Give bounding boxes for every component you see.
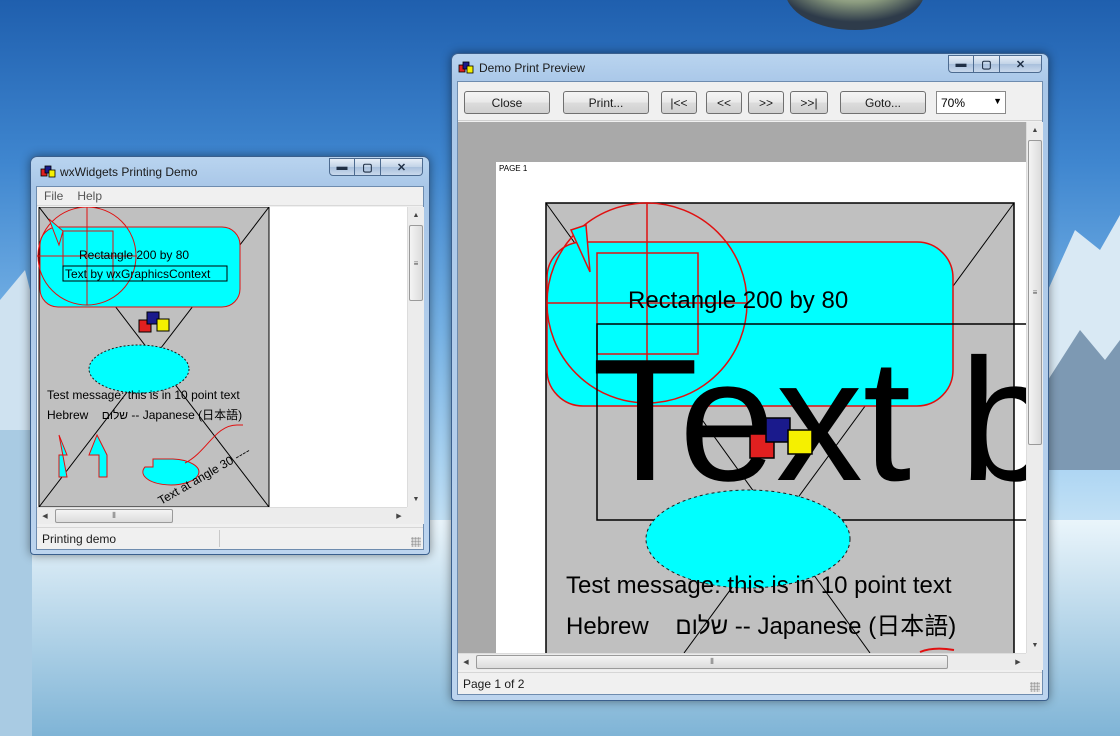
demo-caption-buttons: ▬ ▢ ✕: [329, 158, 423, 176]
preview-statusbar: Page 1 of 2: [458, 672, 1042, 694]
demo-canvas-viewport[interactable]: Rectangle 200 by 80 Text by wxGraphicsCo…: [37, 207, 407, 507]
app-icon: [40, 165, 56, 178]
canvas-test-message: Test message: this is in 10 point text: [47, 388, 240, 402]
preview-minimize-button[interactable]: ▬: [948, 55, 974, 73]
demo-titlebar[interactable]: wxWidgets Printing Demo ▬ ▢ ✕: [31, 157, 429, 187]
preview-status-text: Page 1 of 2: [463, 677, 525, 691]
preview-resize-grip[interactable]: [1030, 682, 1040, 692]
demo-horizontal-scrollbar[interactable]: ◀ ⦀ ▶: [37, 507, 407, 524]
canvas-rect-label: Rectangle 200 by 80: [79, 248, 189, 262]
preview-vscroll-thumb[interactable]: ≡: [1028, 140, 1042, 445]
demo-resize-grip[interactable]: [411, 537, 421, 547]
preview-page: PAGE 1 Rectangle 200 by 80 Text b Test m…: [496, 162, 1026, 653]
water-left: [0, 430, 32, 736]
demo-scroll-down-icon[interactable]: ▼: [408, 491, 424, 507]
canvas-hebrew-line: Hebrew שלום -- Japanese (日本語): [47, 407, 242, 422]
demo-vscroll-thumb[interactable]: ≡: [409, 225, 423, 301]
preview-scroll-corner: [1026, 653, 1043, 670]
preview-hscroll-thumb[interactable]: ⦀: [476, 655, 948, 669]
demo-menubar: File Help: [37, 187, 423, 206]
demo-scroll-left-icon[interactable]: ◀: [37, 508, 53, 524]
page-rect-label: Rectangle 200 by 80: [628, 287, 848, 314]
demo-statusbar: Printing demo: [37, 527, 423, 549]
planet-moon: [787, 0, 923, 30]
demo-close-button[interactable]: ✕: [381, 158, 423, 176]
menu-file[interactable]: File: [37, 187, 70, 205]
page-test-message: Test message: this is in 10 point text: [566, 572, 952, 599]
preview-caption-buttons: ▬ ▢ ✕: [948, 55, 1042, 73]
next-page-button[interactable]: >>: [748, 91, 784, 114]
demo-maximize-button[interactable]: ▢: [355, 158, 381, 176]
print-preview-window[interactable]: Demo Print Preview ▬ ▢ ✕ Close Print... …: [451, 53, 1049, 701]
demo-scroll-right-icon[interactable]: ▶: [391, 508, 407, 524]
zoom-value: 70%: [941, 96, 966, 110]
preview-titlebar[interactable]: Demo Print Preview ▬ ▢ ✕: [452, 54, 1048, 84]
demo-window-title: wxWidgets Printing Demo: [60, 165, 198, 179]
page-big-text: Text b: [592, 322, 1026, 517]
demo-minimize-button[interactable]: ▬: [329, 158, 355, 176]
menu-help[interactable]: Help: [70, 187, 109, 205]
preview-scroll-right-icon[interactable]: ▶: [1010, 654, 1026, 670]
page-hebrew-line: Hebrew שלום -- Japanese (日本語): [566, 613, 956, 640]
demo-status-divider: [219, 530, 220, 547]
preview-horizontal-scrollbar[interactable]: ◀ ⦀ ▶: [458, 653, 1026, 670]
preview-client-area: Close Print... |<< << >> >>| Goto... 70%…: [457, 81, 1043, 695]
demo-client-area: File Help Rectangle 200 by 80 Text by wx…: [36, 186, 424, 550]
zoom-dropdown-icon[interactable]: ▼: [993, 96, 1002, 106]
preview-vertical-scrollbar[interactable]: ▲ ≡ ▼: [1026, 122, 1043, 653]
print-button[interactable]: Print...: [563, 91, 649, 114]
page-header-label: PAGE 1: [499, 164, 528, 173]
preview-window-title: Demo Print Preview: [479, 61, 586, 75]
last-page-button[interactable]: >>|: [790, 91, 828, 114]
previous-page-button[interactable]: <<: [706, 91, 742, 114]
canvas-gc-text: Text by wxGraphicsContext: [65, 267, 211, 281]
demo-status-text: Printing demo: [42, 532, 117, 546]
demo-scroll-up-icon[interactable]: ▲: [408, 207, 424, 223]
preview-scroll-left-icon[interactable]: ◀: [458, 654, 474, 670]
demo-scroll-corner: [407, 507, 424, 524]
demo-canvas: Rectangle 200 by 80 Text by wxGraphicsCo…: [37, 207, 270, 507]
preview-app-icon: [458, 61, 474, 74]
preview-scroll-up-icon[interactable]: ▲: [1027, 122, 1043, 138]
zoom-select[interactable]: 70% ▼: [936, 91, 1006, 114]
first-page-button[interactable]: |<<: [661, 91, 697, 114]
demo-hscroll-thumb[interactable]: ⦀: [55, 509, 173, 523]
preview-toolbar: Close Print... |<< << >> >>| Goto... 70%…: [458, 82, 1042, 121]
preview-maximize-button[interactable]: ▢: [974, 55, 1000, 73]
preview-canvas-viewport[interactable]: PAGE 1 Rectangle 200 by 80 Text b Test m…: [458, 122, 1026, 653]
preview-scroll-down-icon[interactable]: ▼: [1027, 637, 1043, 653]
printing-demo-window[interactable]: wxWidgets Printing Demo ▬ ▢ ✕ File Help: [30, 156, 430, 555]
goto-button[interactable]: Goto...: [840, 91, 926, 114]
demo-vertical-scrollbar[interactable]: ▲ ≡ ▼: [407, 207, 424, 507]
canvas-ellipse: [88, 344, 190, 394]
preview-close-window-button[interactable]: ✕: [1000, 55, 1042, 73]
close-button[interactable]: Close: [464, 91, 550, 114]
